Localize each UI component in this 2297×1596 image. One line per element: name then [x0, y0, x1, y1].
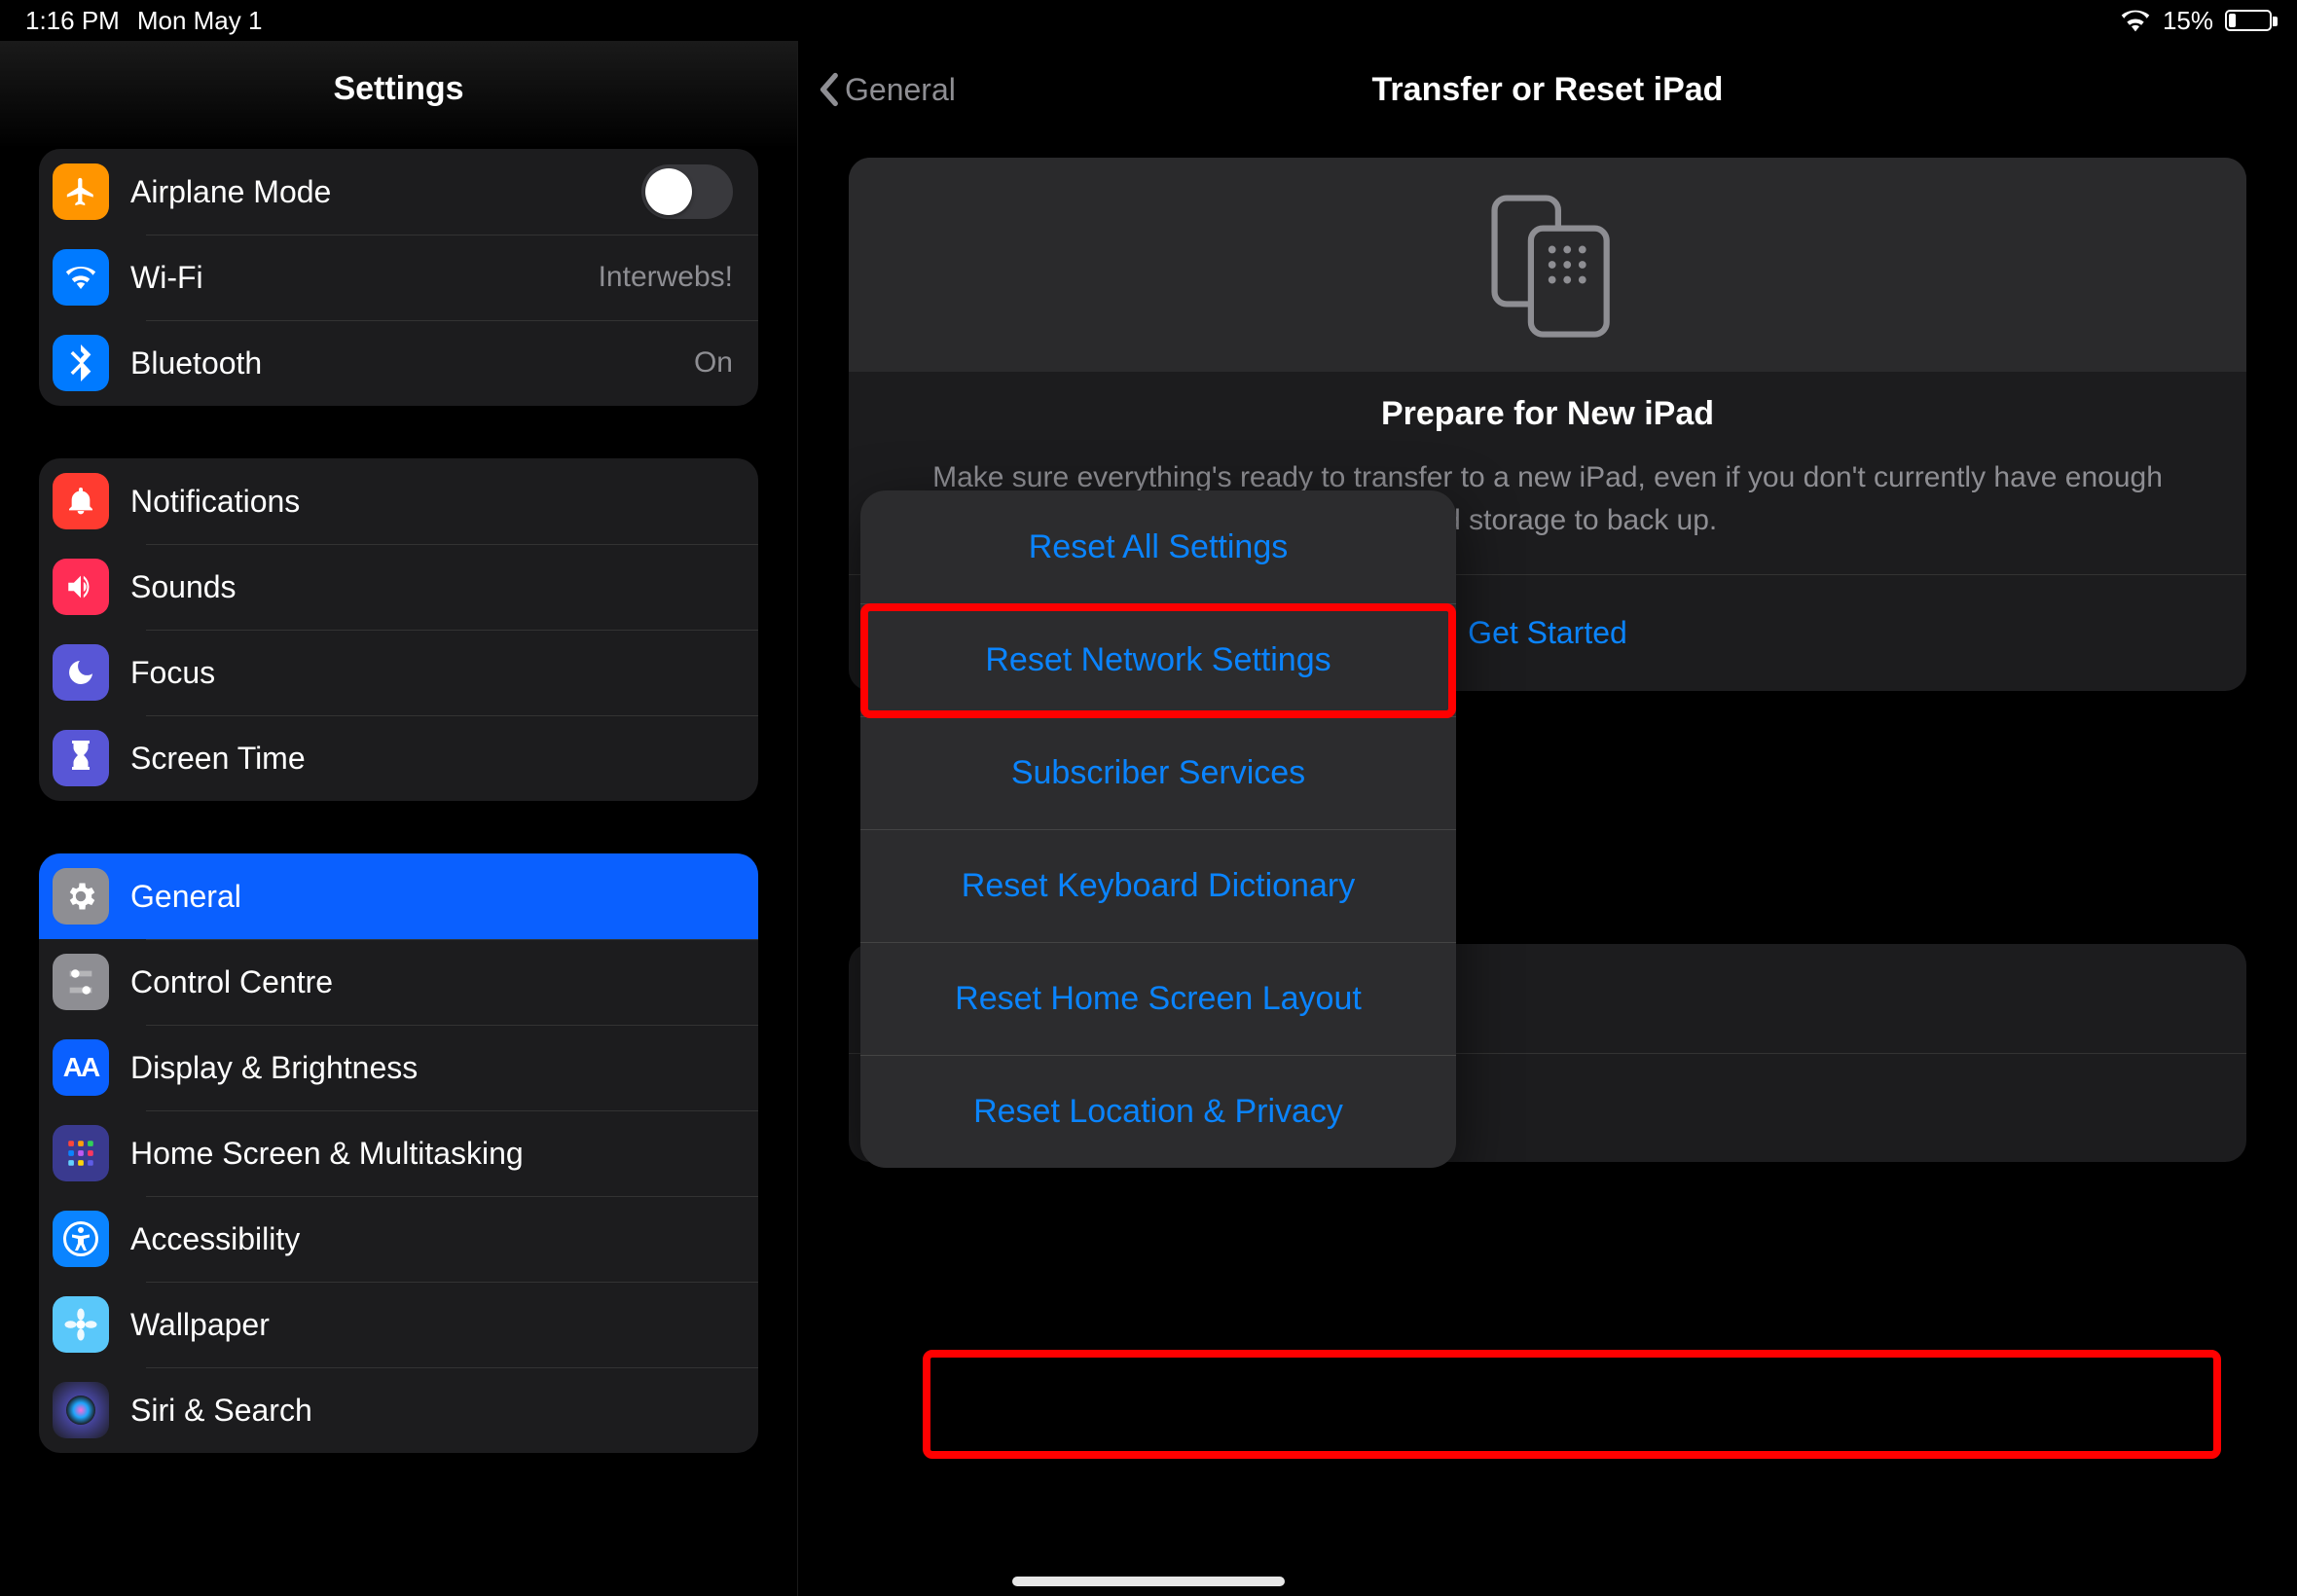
- sidebar-item-notifications[interactable]: Notifications: [39, 458, 758, 544]
- hourglass-icon: [53, 730, 109, 786]
- sidebar-item-label: Focus: [130, 655, 733, 691]
- grid-icon: [53, 1125, 109, 1181]
- gear-icon: [53, 868, 109, 925]
- sidebar-item-wifi[interactable]: Wi-Fi Interwebs!: [39, 235, 758, 320]
- sidebar-item-display[interactable]: AA Display & Brightness: [39, 1025, 758, 1110]
- sidebar-item-label: Airplane Mode: [130, 174, 620, 210]
- wifi-icon: [2120, 9, 2151, 32]
- sidebar-item-label: General: [130, 879, 733, 915]
- sidebar: Settings Airplane Mode Wi-Fi Interwebs!: [0, 41, 798, 1596]
- prepare-title: Prepare for New iPad: [888, 395, 2207, 433]
- sidebar-item-accessibility[interactable]: Accessibility: [39, 1196, 758, 1282]
- bell-icon: [53, 473, 109, 529]
- sidebar-group-alerts: Notifications Sounds Focus: [39, 458, 758, 801]
- sidebar-item-focus[interactable]: Focus: [39, 630, 758, 715]
- popup-subscriber-services[interactable]: Subscriber Services: [860, 716, 1456, 829]
- moon-icon: [53, 644, 109, 701]
- sidebar-item-label: Siri & Search: [130, 1393, 733, 1429]
- popup-reset-network[interactable]: Reset Network Settings: [860, 603, 1456, 716]
- text-size-icon: AA: [53, 1039, 109, 1096]
- chevron-left-icon: [818, 72, 839, 107]
- sidebar-title: Settings: [0, 41, 797, 149]
- sidebar-item-label: Notifications: [130, 484, 733, 520]
- battery-icon: [2225, 10, 2272, 31]
- airplane-toggle[interactable]: [641, 164, 733, 219]
- popup-reset-all[interactable]: Reset All Settings: [860, 490, 1456, 603]
- sidebar-item-home-screen[interactable]: Home Screen & Multitasking: [39, 1110, 758, 1196]
- wifi-value: Interwebs!: [599, 261, 733, 294]
- sidebar-item-siri[interactable]: Siri & Search: [39, 1367, 758, 1453]
- popup-reset-home-layout[interactable]: Reset Home Screen Layout: [860, 942, 1456, 1055]
- back-label: General: [845, 72, 956, 108]
- status-date: Mon May 1: [137, 6, 263, 36]
- bluetooth-icon: [53, 335, 109, 391]
- flower-icon: [53, 1296, 109, 1353]
- sidebar-item-label: Display & Brightness: [130, 1050, 733, 1086]
- speaker-icon: [53, 559, 109, 615]
- sidebar-item-airplane[interactable]: Airplane Mode: [39, 149, 758, 235]
- devices-icon: [849, 158, 2246, 372]
- sidebar-item-label: Wallpaper: [130, 1307, 733, 1343]
- accessibility-icon: [53, 1211, 109, 1267]
- sidebar-item-label: Sounds: [130, 569, 733, 605]
- sidebar-item-label: Screen Time: [130, 741, 733, 777]
- wifi-settings-icon: [53, 249, 109, 306]
- sidebar-item-wallpaper[interactable]: Wallpaper: [39, 1282, 758, 1367]
- popup-reset-location[interactable]: Reset Location & Privacy: [860, 1055, 1456, 1168]
- back-button[interactable]: General: [818, 72, 956, 108]
- siri-icon: [53, 1382, 109, 1438]
- status-time: 1:16 PM: [25, 6, 120, 36]
- battery-pct: 15%: [2163, 6, 2213, 36]
- sidebar-group-system: General Control Centre AA Display & Brig…: [39, 853, 758, 1453]
- page-title: Transfer or Reset iPad: [1372, 71, 1724, 109]
- sliders-icon: [53, 954, 109, 1010]
- popup-reset-keyboard[interactable]: Reset Keyboard Dictionary: [860, 829, 1456, 942]
- sidebar-item-label: Accessibility: [130, 1221, 733, 1257]
- sidebar-item-control-centre[interactable]: Control Centre: [39, 939, 758, 1025]
- reset-options-popup: Reset All Settings Reset Network Setting…: [860, 490, 1456, 1168]
- sidebar-item-label: Control Centre: [130, 964, 733, 1000]
- airplane-icon: [53, 163, 109, 220]
- sidebar-item-sounds[interactable]: Sounds: [39, 544, 758, 630]
- sidebar-item-label: Bluetooth: [130, 345, 673, 381]
- status-bar: 1:16 PM Mon May 1 15%: [0, 0, 2297, 41]
- bluetooth-value: On: [694, 346, 733, 380]
- sidebar-item-label: Wi-Fi: [130, 260, 577, 296]
- nav-bar: General Transfer or Reset iPad: [798, 41, 2297, 138]
- sidebar-item-general[interactable]: General: [39, 853, 758, 939]
- sidebar-group-connectivity: Airplane Mode Wi-Fi Interwebs! Bluetooth…: [39, 149, 758, 406]
- sidebar-item-screentime[interactable]: Screen Time: [39, 715, 758, 801]
- sidebar-item-bluetooth[interactable]: Bluetooth On: [39, 320, 758, 406]
- sidebar-item-label: Home Screen & Multitasking: [130, 1136, 733, 1172]
- home-indicator[interactable]: [1012, 1577, 1285, 1586]
